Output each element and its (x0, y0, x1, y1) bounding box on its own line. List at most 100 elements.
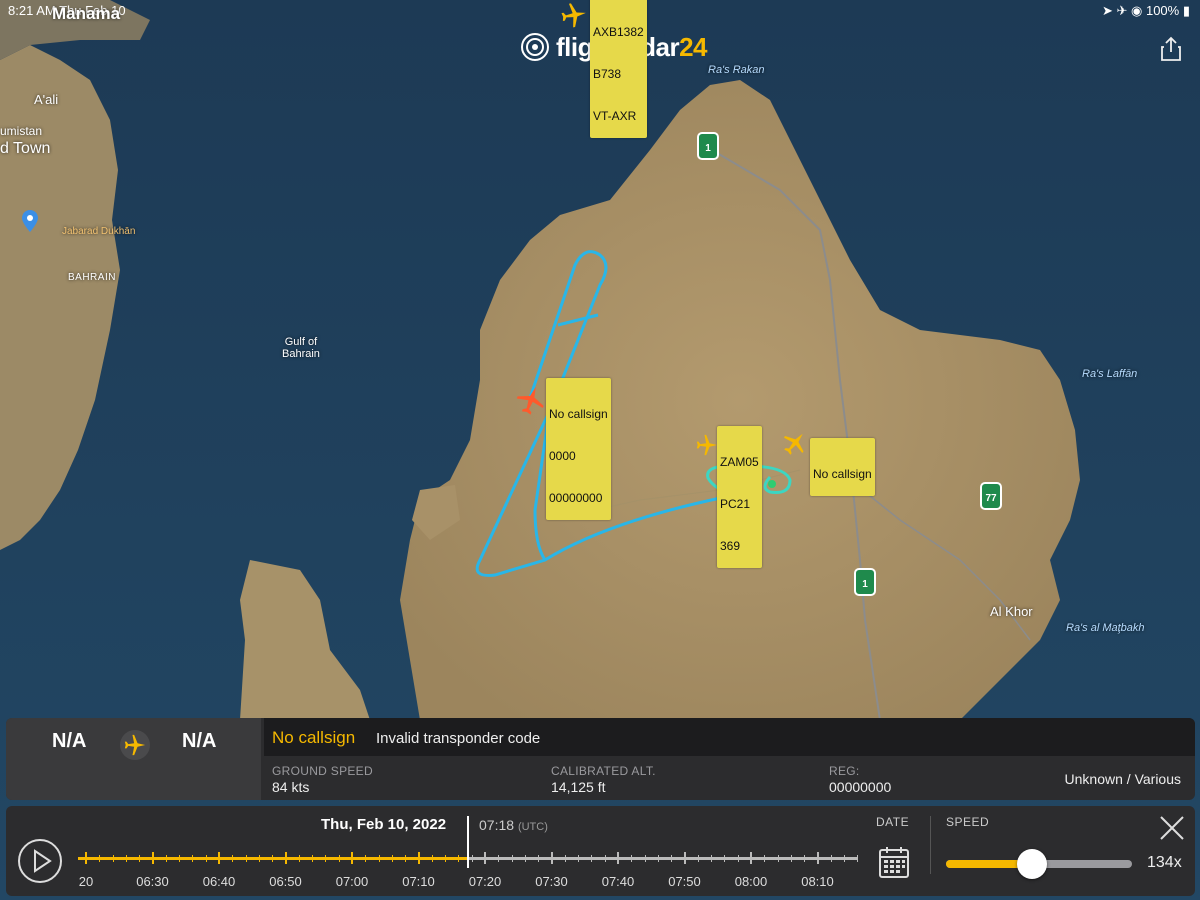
tag-line: B738 (593, 67, 622, 81)
speed-label: SPEED (946, 815, 990, 829)
flight-info-panel[interactable]: N/A N/A No callsign Invalid transponder … (6, 718, 1195, 800)
timeline-minor-tick (804, 855, 806, 862)
label-aali: A'ali (34, 92, 59, 107)
road-shield-1-north: 1 (697, 132, 719, 160)
label-al-khor: Al Khor (990, 604, 1033, 619)
timeline-minor-tick (764, 855, 766, 862)
timeline-tick (550, 852, 553, 864)
timeline-minor-tick (644, 855, 646, 862)
aircraft-icon[interactable] (782, 430, 808, 456)
aircraft-icon[interactable] (696, 434, 718, 456)
tag-line: PC21 (720, 497, 751, 511)
play-button[interactable] (18, 839, 62, 883)
callsign: No callsign (272, 728, 356, 747)
timeline-minor-tick (458, 855, 460, 862)
calendar-icon[interactable] (879, 846, 909, 878)
timeline-tick-label: 06:50 (269, 874, 302, 889)
speed-slider-knob[interactable] (1016, 849, 1047, 879)
label-town: d Town (0, 140, 51, 157)
timeline-tick (816, 852, 819, 864)
origin-airport: N/A (52, 730, 87, 752)
road-shield-1-south: 1 (854, 568, 876, 596)
timeline-minor-tick (365, 855, 367, 862)
timeline-minor-tick (737, 855, 739, 862)
timeline-minor-tick (405, 855, 407, 862)
timeline-tick (218, 852, 220, 864)
play-icon (34, 849, 52, 873)
aircraft-tag-axb1382[interactable]: AXB1382 B738 VT-AXR (590, 0, 647, 138)
aircraft-icon[interactable] (561, 2, 587, 28)
timeline-minor-tick (112, 855, 114, 862)
timeline-minor-tick (431, 855, 433, 862)
playback-time: 07:18 (UTC) (479, 817, 548, 833)
close-icon[interactable] (1158, 814, 1186, 842)
timeline-tick-label: 06:30 (136, 874, 169, 889)
timeline-minor-tick (604, 855, 606, 862)
timeline-minor-tick (125, 855, 127, 862)
aircraft-tag-selected[interactable]: No callsign 0000 00000000 (546, 378, 611, 520)
timeline-tick-label: 07:00 (335, 874, 369, 889)
timeline-minor-tick (498, 855, 500, 862)
timeline-minor-tick (245, 855, 247, 862)
timeline-minor-tick (591, 855, 593, 862)
timeline-minor-tick (711, 855, 713, 862)
timeline-minor-tick (471, 855, 473, 862)
airplane-icon (124, 734, 146, 756)
reg-value: 00000000 (829, 779, 892, 795)
timeline-minor-tick (724, 855, 726, 862)
speed-value: 134x (1147, 854, 1182, 871)
callsign-bar: No callsign Invalid transponder code (264, 718, 1195, 756)
transponder-status: Invalid transponder code (376, 730, 541, 747)
playback-date: Thu, Feb 10, 2022 (321, 816, 447, 833)
timeline-cursor[interactable] (467, 816, 469, 868)
location-icon: ➤ (1101, 3, 1113, 18)
aircraft-tag-zam05[interactable]: ZAM05 PC21 369 (717, 426, 762, 568)
timeline-minor-tick (258, 855, 260, 862)
timeline-tick-label: 07:40 (601, 874, 635, 889)
timeline-minor-tick (298, 855, 300, 862)
route-plane (120, 730, 150, 760)
timeline-minor-tick (179, 855, 181, 862)
tag-line: VT-AXR (593, 109, 637, 123)
timeline-minor-tick (139, 855, 141, 862)
tag-line: AXB1382 (593, 25, 644, 39)
timeline-minor-tick (205, 855, 207, 862)
label-ras-matbakh: Ra's al Maţbakh (1066, 622, 1145, 634)
timeline-minor-tick (578, 855, 580, 862)
timeline-minor-tick (538, 855, 540, 862)
destination-airport: N/A (182, 730, 217, 752)
tag-line: No callsign (813, 467, 872, 481)
timeline-tick-label: 08:10 (801, 874, 834, 889)
aircraft-type: Unknown / Various (1064, 771, 1181, 787)
timeline-tick-label: 07:20 (468, 874, 502, 889)
timeline-minor-tick (325, 855, 327, 862)
share-icon[interactable] (1158, 36, 1184, 62)
timeline-tick-label: 06:40 (202, 874, 236, 889)
timeline-minor-tick (657, 855, 659, 862)
timeline-minor-tick (99, 855, 101, 862)
timeline-tick (750, 852, 752, 864)
radar-logo-icon (521, 33, 549, 61)
timeline-minor-tick (232, 855, 234, 862)
timeline-minor-tick (338, 855, 340, 862)
reg-label: REG: (829, 764, 860, 778)
timeline-tick-label: 08:00 (734, 874, 768, 889)
timeline-minor-tick (165, 855, 167, 862)
date-label: DATE (876, 815, 910, 829)
timeline-tick-label: 07:10 (402, 874, 435, 889)
calibrated-alt-label: CALIBRATED ALT. (551, 764, 656, 778)
timeline-minor-tick (312, 855, 314, 862)
playback-timeline: Thu, Feb 10, 2022 07:18 (UTC) 20 06:30 06:… (6, 806, 1195, 896)
label-ras-laffan: Ra's Laffān (1082, 368, 1138, 380)
tag-line: 00000000 (549, 491, 603, 505)
tag-line: ZAM05 (720, 455, 759, 469)
label-ras-rakan: Ra's Rakan (708, 64, 765, 76)
location-pin-icon[interactable] (22, 210, 38, 232)
battery-percent: 100% (1145, 3, 1180, 18)
aircraft-tag-no-callsign[interactable]: No callsign (810, 438, 875, 496)
label-jabarad: Jabarad Dukhān (62, 226, 136, 237)
selected-aircraft-icon[interactable] (516, 385, 546, 415)
timeline-tick-label: 07:30 (535, 874, 568, 889)
timeline-minor-tick (192, 855, 194, 862)
timeline-minor-tick (830, 855, 832, 862)
